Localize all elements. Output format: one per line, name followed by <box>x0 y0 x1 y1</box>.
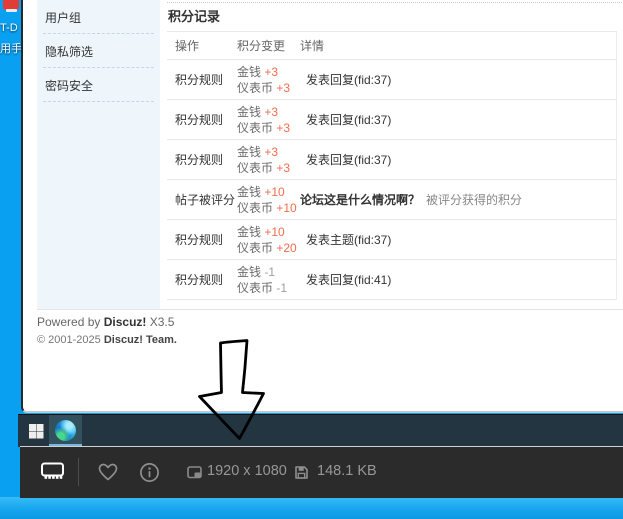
heart-icon[interactable] <box>98 463 118 482</box>
cell-action: 积分规则 <box>167 259 237 300</box>
table-row: 帖子被评分 金钱 +10 仪表币 +10 论坛这是什么情况啊？ 被评分获得的积分 <box>167 179 617 220</box>
desktop-icon-label-1: T-D <box>0 22 18 34</box>
page-title: 积分记录 <box>168 9 221 24</box>
copyright-line: © 2001-2025 Discuz! Team. <box>37 333 177 347</box>
cell-detail: 发表回复(fid:37) <box>300 99 617 140</box>
col-header-action: 操作 <box>167 31 237 60</box>
desktop-app-icon[interactable] <box>3 0 19 12</box>
file-size-label: 148.1 KB <box>317 463 377 479</box>
table-row: 积分规则 金钱 +3 仪表币 +3 发表回复(fid:37) <box>167 99 617 140</box>
cell-action: 积分规则 <box>167 139 237 180</box>
site-footer: Powered by Discuz! X3.5 © 2001-2025 Disc… <box>37 315 177 347</box>
start-button[interactable] <box>18 415 48 447</box>
cell-detail: 发表回复(fid:37) <box>300 59 617 100</box>
credit-log-panel: 积分记录 操作 积分变更 详情 积分规则 金钱 +3 仪表币 +3 发表回复(f… <box>167 0 623 300</box>
credit-log-table: 操作 积分变更 详情 积分规则 金钱 +3 仪表币 +3 发表回复(fid:37… <box>167 31 617 300</box>
image-dimensions-label: 1920 x 1080 <box>207 463 287 479</box>
table-row: 积分规则 金钱 +3 仪表币 +3 发表回复(fid:37) <box>167 139 617 180</box>
cell-detail: 发表主题(fid:37) <box>300 219 617 260</box>
sidebar-item-privacy[interactable]: 隐私筛选 <box>43 34 154 68</box>
cell-detail: 论坛这是什么情况啊？ 被评分获得的积分 <box>300 179 617 220</box>
col-header-change: 积分变更 <box>237 31 300 60</box>
cell-action: 积分规则 <box>167 59 237 100</box>
ucp-sidebar: 用户组 隐私筛选 密码安全 <box>37 0 160 309</box>
table-row: 积分规则 金钱 +3 仪表币 +3 发表回复(fid:37) <box>167 59 617 100</box>
copyright-years: © 2001-2025 <box>37 334 101 346</box>
table-row: 积分规则 金钱 +10 仪表币 +20 发表主题(fid:37) <box>167 219 617 260</box>
cell-credit-change: 金钱 +3 仪表币 +3 <box>237 59 300 100</box>
sidebar-item-usergroup[interactable]: 用户组 <box>43 0 154 34</box>
table-header-row: 操作 积分变更 详情 <box>167 31 617 60</box>
screenshot-toolbar: 1920 x 1080 148.1 KB <box>20 446 623 498</box>
cell-detail: 发表回复(fid:37) <box>300 139 617 180</box>
taskbar <box>18 414 623 447</box>
browser-window: 用户组 隐私筛选 密码安全 积分记录 操作 积分变更 详情 积分规则 金钱 +3 <box>21 0 623 413</box>
col-header-detail: 详情 <box>300 31 617 60</box>
windows-logo-icon <box>29 424 36 431</box>
desktop-wallpaper-bottom <box>0 497 623 519</box>
top-dotted-divider <box>167 2 623 3</box>
toolbar-separator <box>78 458 79 486</box>
sidebar-item-password-security[interactable]: 密码安全 <box>43 68 154 102</box>
copyright-brand: Discuz! Team. <box>103 334 177 346</box>
info-icon[interactable] <box>139 462 160 483</box>
cell-credit-change: 金钱 -1 仪表币 -1 <box>237 259 300 300</box>
cell-credit-change: 金钱 +3 仪表币 +3 <box>237 99 300 140</box>
cell-credit-change: 金钱 +10 仪表币 +20 <box>237 219 300 260</box>
table-row: 积分规则 金钱 -1 仪表币 -1 发表回复(fid:41) <box>167 259 617 300</box>
desktop-app-icon-bar <box>6 9 17 12</box>
touch-keyboard-icon[interactable] <box>40 462 65 483</box>
discuz-version: X3.5 <box>149 315 175 329</box>
edge-icon <box>55 420 76 441</box>
cell-action: 积分规则 <box>167 99 237 140</box>
image-dimensions-icon <box>187 466 202 479</box>
powered-by-line: Powered by Discuz! X3.5 <box>37 315 177 330</box>
taskbar-edge-button[interactable] <box>49 415 82 447</box>
cell-detail: 发表回复(fid:41) <box>300 259 617 300</box>
cell-credit-change: 金钱 +10 仪表币 +10 <box>237 179 300 220</box>
powered-by-text: Powered by <box>37 315 101 329</box>
discuz-brand-link[interactable]: Discuz! <box>104 315 147 329</box>
cell-action: 积分规则 <box>167 219 237 260</box>
cell-credit-change: 金钱 +3 仪表币 +3 <box>237 139 300 180</box>
save-floppy-icon <box>295 466 308 479</box>
panel-bottom-divider <box>37 309 623 310</box>
cell-action: 帖子被评分 <box>167 179 237 220</box>
screen: { "desktop": { "wallpaper_color": "#0aa0… <box>0 0 623 519</box>
